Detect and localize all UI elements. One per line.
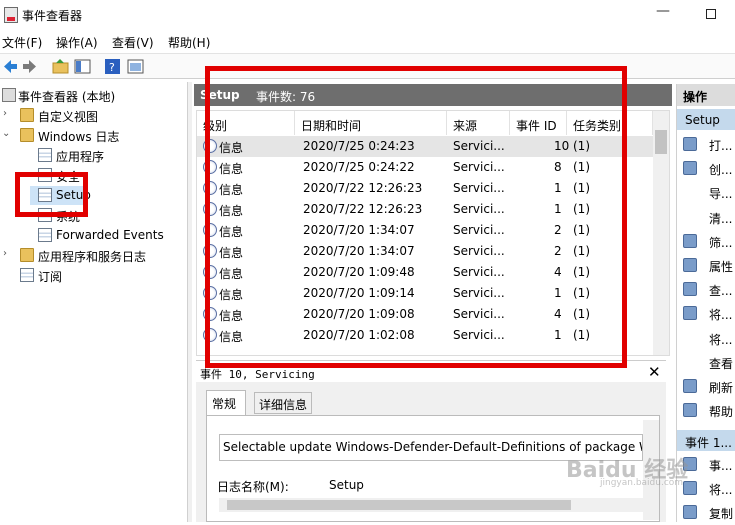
action-item[interactable]: 刷新: [677, 375, 735, 399]
window-title: 事件查看器: [22, 9, 83, 23]
tab-general[interactable]: 常规: [206, 390, 246, 415]
detail-horizontal-scroll-thumb[interactable]: [227, 500, 571, 510]
action-item[interactable]: 将...: [677, 327, 735, 351]
event-viewer-app-icon: [4, 7, 18, 23]
log-name-label: 日志名称(M):: [217, 480, 289, 494]
action-item[interactable]: 打...: [677, 133, 735, 157]
log-icon: [38, 148, 52, 162]
action-label: 查...: [709, 284, 733, 299]
menu-file[interactable]: 文件(F): [2, 34, 42, 51]
action-label: 复制: [709, 507, 734, 522]
action-item[interactable]: 清...: [677, 206, 735, 230]
menu-help[interactable]: 帮助(H): [168, 34, 210, 51]
action-label: 打...: [709, 139, 733, 153]
tab-details[interactable]: 详细信息: [254, 392, 312, 414]
menu-bar: 文件(F) 操作(A) 查看(V) 帮助(H): [0, 32, 735, 52]
copy-icon: [683, 505, 697, 520]
action-label: 属性: [709, 260, 734, 274]
save-icon: [683, 306, 697, 321]
actions-section-setup[interactable]: Setup: [677, 109, 735, 130]
title-bar: 事件查看器 —: [0, 0, 735, 30]
annotation-box-event-list: [205, 66, 627, 368]
action-item[interactable]: 导...: [677, 181, 735, 205]
tree-item-label: 订阅: [38, 270, 63, 284]
action-label: 帮助: [709, 405, 734, 420]
menu-action[interactable]: 操作(A): [56, 34, 98, 51]
filter-icon: [683, 233, 697, 248]
action-label: 将...: [709, 483, 733, 498]
refresh-icon: [683, 379, 697, 393]
event-detail-title: 事件 10, Servicing: [200, 368, 315, 381]
chevron-down-icon[interactable]: ⌄: [2, 128, 10, 139]
close-icon[interactable]: ✕: [648, 363, 661, 381]
action-item[interactable]: 帮助: [677, 399, 735, 423]
help-icon: [683, 403, 697, 418]
chevron-right-icon[interactable]: ›: [3, 248, 7, 259]
actions-header: 操作: [677, 84, 735, 106]
subscription-icon: [20, 268, 34, 282]
minimize-button[interactable]: —: [649, 3, 677, 25]
watermark-url: jingyan.baidu.com: [600, 478, 684, 488]
maximize-button[interactable]: [697, 3, 725, 25]
maximize-icon: [706, 9, 716, 19]
action-label: 导...: [709, 187, 733, 202]
navigation-tree: 事件查看器 (本地) › 自定义视图 ⌄ Windows 日志 应用程序 安全 …: [0, 82, 188, 522]
action-item[interactable]: 将...: [677, 302, 735, 326]
action-label: 刷新: [709, 381, 734, 395]
forward-arrow-icon[interactable]: [21, 58, 38, 75]
action-item[interactable]: 筛...: [677, 230, 735, 254]
help-icon[interactable]: ?: [104, 58, 121, 75]
properties-icon: [683, 258, 697, 272]
svg-text:?: ?: [109, 61, 115, 74]
log-icon: [38, 228, 52, 242]
event-viewer-icon: [2, 88, 16, 102]
folder-icon: [20, 108, 34, 122]
show-hide-action-pane-icon[interactable]: [127, 58, 144, 75]
action-label: 查看: [709, 356, 734, 371]
action-label: 创...: [709, 163, 733, 178]
action-item[interactable]: 查...: [677, 278, 735, 302]
folder-icon: [20, 128, 34, 142]
back-arrow-icon[interactable]: [2, 58, 19, 75]
open-icon: [683, 137, 697, 151]
tree-item-label: 应用程序和服务日志: [38, 250, 147, 264]
action-item[interactable]: 创...: [677, 157, 735, 181]
action-label: 事...: [709, 459, 733, 473]
pane-splitter[interactable]: [188, 82, 192, 522]
action-item[interactable]: 属性: [677, 254, 735, 278]
filter-create-icon: [683, 161, 697, 176]
chevron-right-icon[interactable]: ›: [3, 108, 7, 119]
log-name-value: Setup: [329, 478, 364, 492]
tree-item-label: Windows 日志: [38, 130, 120, 144]
find-icon: [683, 282, 697, 297]
folder-icon: [20, 248, 34, 262]
tree-item-label: 自定义视图: [38, 110, 99, 124]
action-label: 将...: [709, 332, 733, 347]
show-hide-tree-icon[interactable]: [74, 58, 91, 75]
tree-root-label: 事件查看器 (本地): [18, 90, 116, 104]
action-item[interactable]: 查看: [677, 351, 735, 375]
annotation-box-setup: [15, 172, 88, 217]
event-list-scroll-thumb[interactable]: [655, 130, 667, 154]
up-folder-icon[interactable]: [52, 58, 69, 75]
actions-section-event[interactable]: 事件 1...: [677, 430, 735, 451]
action-label: 清...: [709, 211, 733, 226]
action-label: 筛...: [709, 235, 733, 250]
menu-view[interactable]: 查看(V): [112, 34, 154, 51]
action-item[interactable]: 复制: [677, 501, 735, 525]
tree-item-label: 应用程序: [56, 150, 105, 164]
action-label: 将...: [709, 308, 733, 323]
tree-item-label: Forwarded Events: [56, 228, 164, 242]
